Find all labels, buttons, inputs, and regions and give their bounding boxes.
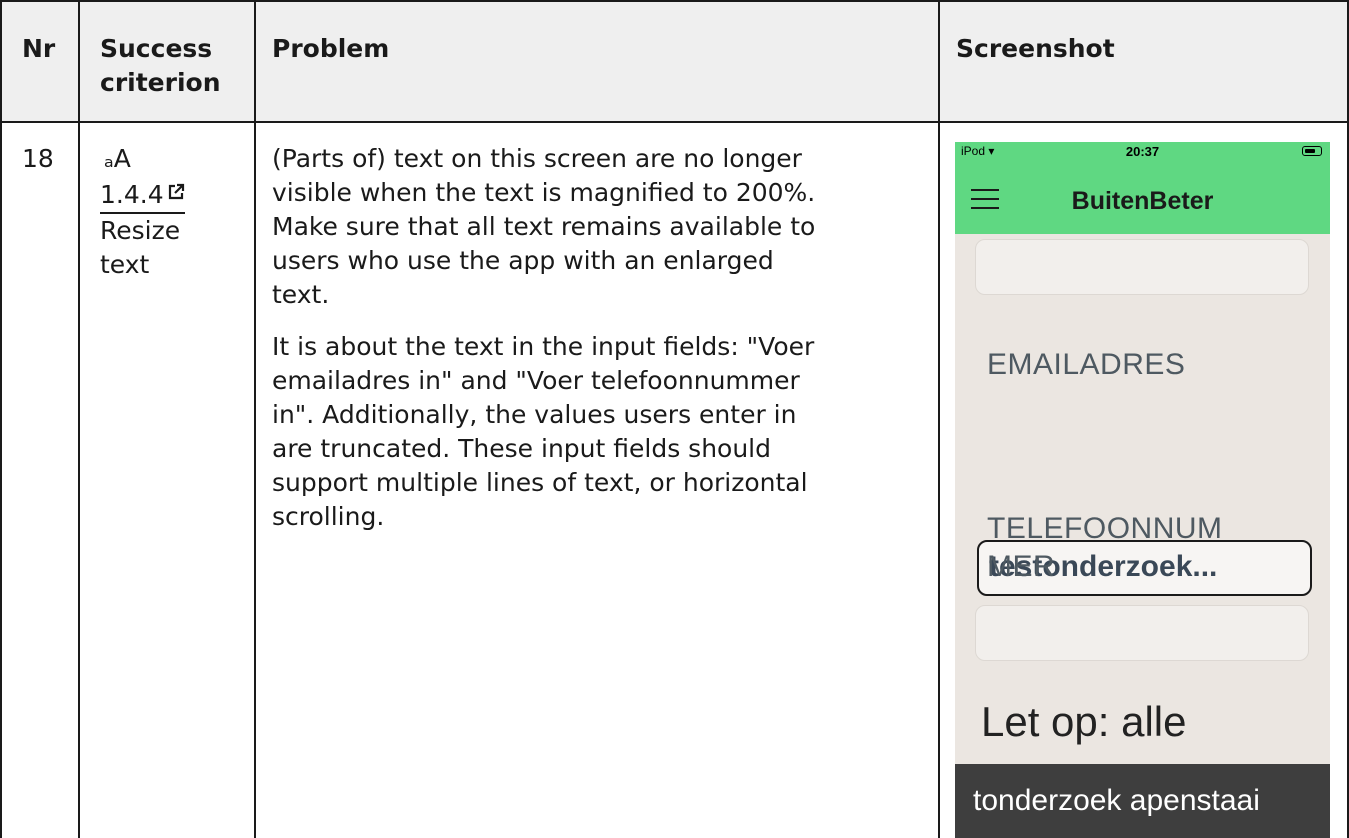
criterion-link[interactable]: 1.4.4 <box>100 176 185 214</box>
problem-cell: (Parts of) text on this screen are no lo… <box>272 142 932 534</box>
problem-p1-line: Make sure that all text remains availabl… <box>272 212 816 241</box>
resize-text-icon: ₐA <box>104 144 131 173</box>
notice-text: Let op: alle <box>981 698 1187 745</box>
problem-p1-line: (Parts of) text on this screen are no lo… <box>272 144 802 173</box>
status-bar: iPod ▾ 20:37 <box>955 142 1330 164</box>
column-divider-1 <box>78 0 80 838</box>
phone-input[interactable] <box>975 605 1309 661</box>
table-border-left <box>0 0 2 838</box>
bottom-toast: tonderzoek apenstaai <box>955 764 1330 838</box>
external-link-icon <box>167 176 185 210</box>
phone-label: TELEFOONNUM MER <box>987 510 1223 586</box>
criterion-name-line2: text <box>100 250 150 279</box>
phone-label-line2: MER <box>987 550 1056 583</box>
criterion-name-line1: Resize <box>100 216 181 245</box>
problem-p1-line: text. <box>272 280 330 309</box>
email-label: EMAILADRES <box>987 348 1186 381</box>
app-screenshot: iPod ▾ 20:37 BuitenBeter EMAILADRES test… <box>955 142 1330 838</box>
column-divider-3 <box>938 0 940 838</box>
phone-label-line1: TELEFOONNUM <box>987 512 1223 545</box>
problem-p1-line: users who use the app with an enlarged <box>272 246 774 275</box>
problem-p2-line: It is about the text in the input fields… <box>272 332 815 361</box>
problem-p2-line: emailadres in" and "Voer telefoonnummer <box>272 366 800 395</box>
problem-p1-line: visible when the text is magnified to 20… <box>272 178 816 207</box>
app-title: BuitenBeter <box>1071 187 1214 215</box>
status-time: 20:37 <box>1125 144 1160 159</box>
problem-p2-line: support multiple lines of text, or horiz… <box>272 468 808 497</box>
header-criterion-line1: Success <box>100 34 213 63</box>
header-nr: Nr <box>22 34 56 63</box>
header-criterion: Success criterion <box>100 32 221 100</box>
battery-icon <box>1302 146 1322 156</box>
problem-p2-line: are truncated. These input fields should <box>272 434 771 463</box>
table-header-divider <box>0 121 1349 123</box>
problem-p2-line: scrolling. <box>272 502 385 531</box>
header-screenshot: Screenshot <box>956 34 1115 63</box>
problem-paragraph-2: It is about the text in the input fields… <box>272 330 932 534</box>
header-criterion-line2: criterion <box>100 68 221 97</box>
criterion-code: 1.4.4 <box>100 180 164 209</box>
table-border-top <box>0 0 1349 2</box>
column-divider-2 <box>254 0 256 838</box>
problem-p2-line: in". Additionally, the values users ente… <box>272 400 797 429</box>
criterion-cell: ₐA 1.4.4 Resize text <box>100 142 250 282</box>
header-problem: Problem <box>272 34 390 63</box>
top-input-field[interactable] <box>975 239 1309 295</box>
app-navbar: BuitenBeter <box>955 164 1330 234</box>
row-nr: 18 <box>22 144 54 173</box>
problem-paragraph-1: (Parts of) text on this screen are no lo… <box>272 142 932 312</box>
